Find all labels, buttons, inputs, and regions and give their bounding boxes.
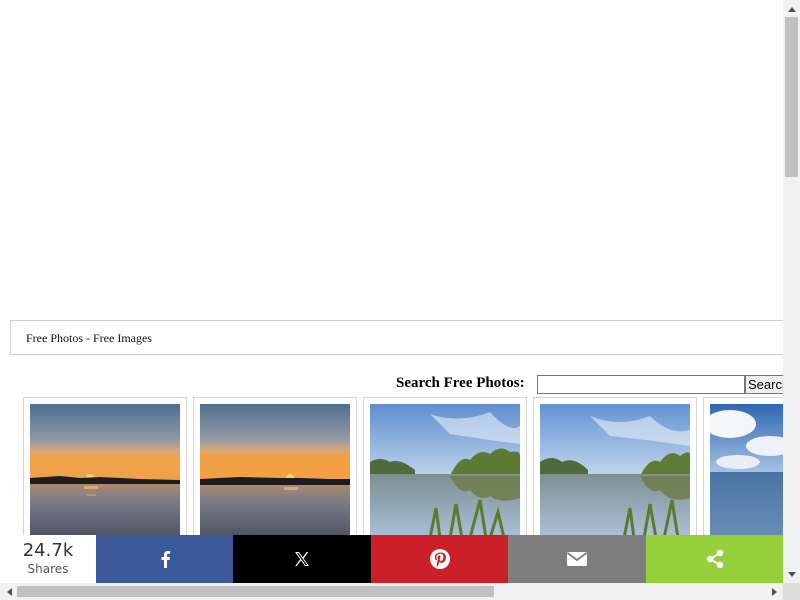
photo-thumbnail-lake-1[interactable]	[363, 397, 527, 557]
search-label: Search Free Photos:	[396, 375, 525, 391]
share-count: 24.7k Shares	[0, 535, 96, 583]
scroll-right-arrow-icon[interactable]	[766, 583, 783, 600]
social-share-bar: 24.7k Shares	[0, 535, 783, 583]
x-share-button[interactable]	[233, 535, 371, 583]
page-viewport: Free Photos - Free Images Search Free Ph…	[0, 0, 783, 583]
scroll-left-arrow-icon[interactable]	[0, 583, 17, 600]
photo-thumbnail-lake-2[interactable]	[533, 397, 697, 557]
lake-photo	[540, 404, 690, 538]
photo-thumbnail-lake-3[interactable]	[703, 397, 783, 557]
x-icon	[295, 552, 309, 566]
share-count-number: 24.7k	[22, 540, 74, 561]
email-icon	[566, 552, 588, 566]
photo-thumbnail-sunset-1[interactable]	[23, 397, 187, 557]
breadcrumb-text: Free Photos - Free Images	[26, 331, 152, 345]
vertical-scroll-thumb[interactable]	[785, 17, 798, 177]
vertical-scrollbar[interactable]	[783, 0, 800, 583]
breadcrumb: Free Photos - Free Images	[10, 320, 783, 355]
sunset-photo	[200, 404, 350, 538]
horizontal-scroll-thumb[interactable]	[17, 586, 494, 597]
facebook-share-button[interactable]	[96, 535, 233, 583]
share-more-button[interactable]	[646, 535, 783, 583]
lake-photo	[710, 404, 783, 538]
sunset-photo	[30, 404, 180, 538]
share-count-label: Shares	[27, 562, 69, 576]
facebook-icon	[161, 551, 170, 568]
share-icon	[706, 549, 723, 569]
lake-photo	[370, 404, 520, 538]
pinterest-share-button[interactable]	[371, 535, 508, 583]
horizontal-scrollbar[interactable]	[0, 583, 783, 600]
scroll-down-arrow-icon[interactable]	[783, 566, 800, 583]
email-share-button[interactable]	[508, 535, 646, 583]
photo-thumbnail-sunset-2[interactable]	[193, 397, 357, 557]
scrollbar-corner	[783, 583, 800, 600]
search-input[interactable]	[537, 375, 745, 394]
scroll-up-arrow-icon[interactable]	[783, 0, 800, 17]
pinterest-icon	[429, 549, 450, 569]
search-button[interactable]: Search	[745, 375, 783, 394]
